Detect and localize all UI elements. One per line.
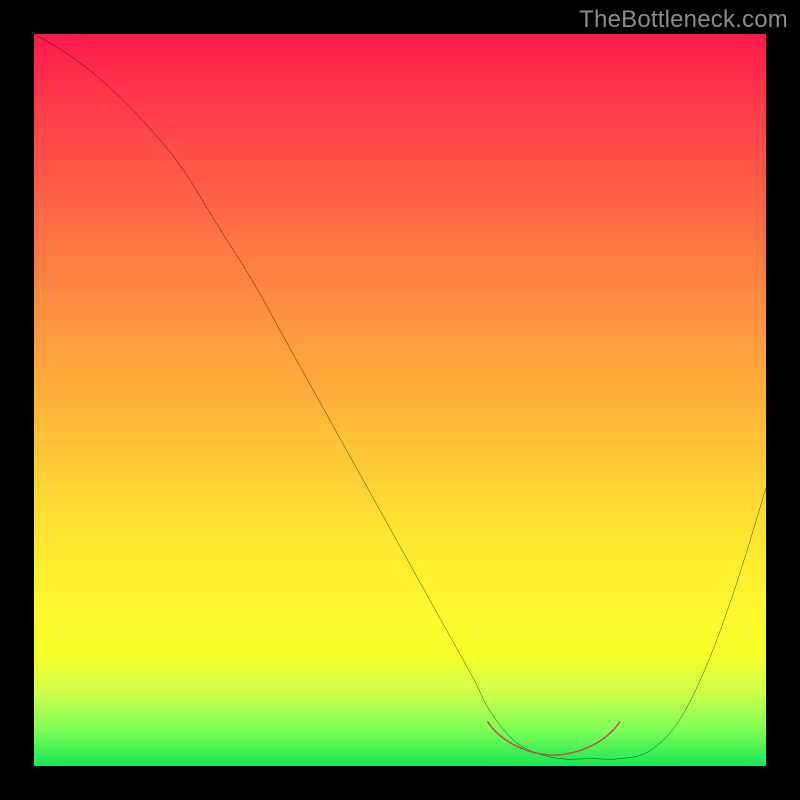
plot-area	[34, 34, 766, 766]
watermark-text: TheBottleneck.com	[579, 6, 788, 34]
bottleneck-curve	[34, 34, 766, 759]
curve-svg	[34, 34, 766, 766]
optimal-range-dashed	[488, 722, 620, 755]
chart-frame: TheBottleneck.com	[0, 0, 800, 800]
